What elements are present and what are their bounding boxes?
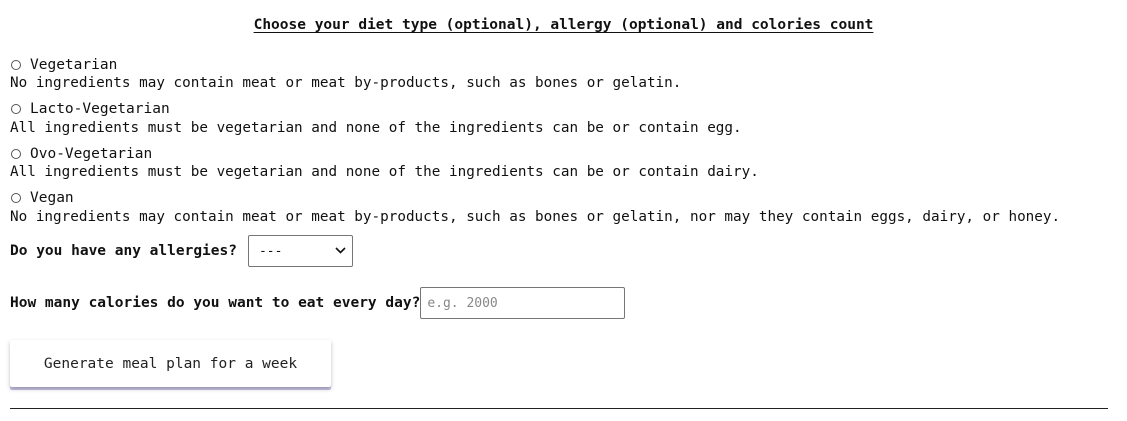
diet-option-lacto-vegetarian: Lacto-Vegetarian All ingredients must be… <box>10 100 1120 145</box>
generate-meal-plan-button[interactable]: Generate meal plan for a week <box>10 340 331 387</box>
allergy-label: Do you have any allergies? <box>10 243 237 259</box>
calorie-row: How many calories do you want to eat eve… <box>10 287 626 319</box>
option-row[interactable]: Ovo-Vegetarian <box>10 144 1120 163</box>
option-label[interactable]: Ovo-Vegetarian <box>30 146 152 162</box>
diet-option-ovo-vegetarian: Ovo-Vegetarian All ingredients must be v… <box>10 144 1120 189</box>
option-row[interactable]: Vegan <box>10 189 1120 208</box>
option-description: All ingredients must be vegetarian and n… <box>10 119 742 136</box>
allergy-select[interactable]: --- <box>247 235 353 267</box>
diet-options: Vegetarian No ingredients may contain me… <box>10 55 1120 233</box>
option-label[interactable]: Vegan <box>30 190 74 206</box>
radio-vegan[interactable] <box>11 193 21 203</box>
option-row[interactable]: Vegetarian <box>10 55 1120 74</box>
option-description: No ingredients may contain meat or meat … <box>10 75 682 91</box>
option-row[interactable]: Lacto-Vegetarian <box>10 100 1120 119</box>
option-description: No ingredients may contain meat or meat … <box>10 208 1061 225</box>
calorie-label: How many calories do you want to eat eve… <box>10 295 421 311</box>
option-label[interactable]: Lacto-Vegetarian <box>30 101 170 117</box>
calorie-input[interactable]: e.g. 2000 <box>420 287 626 319</box>
diet-option-vegetarian: Vegetarian No ingredients may contain me… <box>10 55 1120 100</box>
radio-ovo-vegetarian[interactable] <box>11 148 21 159</box>
allergy-select-value: --- <box>258 243 283 259</box>
radio-lacto-vegetarian[interactable] <box>11 104 21 114</box>
allergy-row: Do you have any allergies? --- <box>10 235 353 267</box>
option-description: All ingredients must be vegetarian and n… <box>10 164 759 180</box>
option-label[interactable]: Vegetarian <box>30 57 117 73</box>
radio-vegetarian[interactable] <box>11 59 21 70</box>
diet-option-vegan: Vegan No ingredients may contain meat or… <box>10 189 1120 234</box>
page-title: Choose your diet type (optional), allerg… <box>253 17 874 33</box>
divider <box>10 408 1108 409</box>
chevron-down-icon <box>335 246 346 257</box>
